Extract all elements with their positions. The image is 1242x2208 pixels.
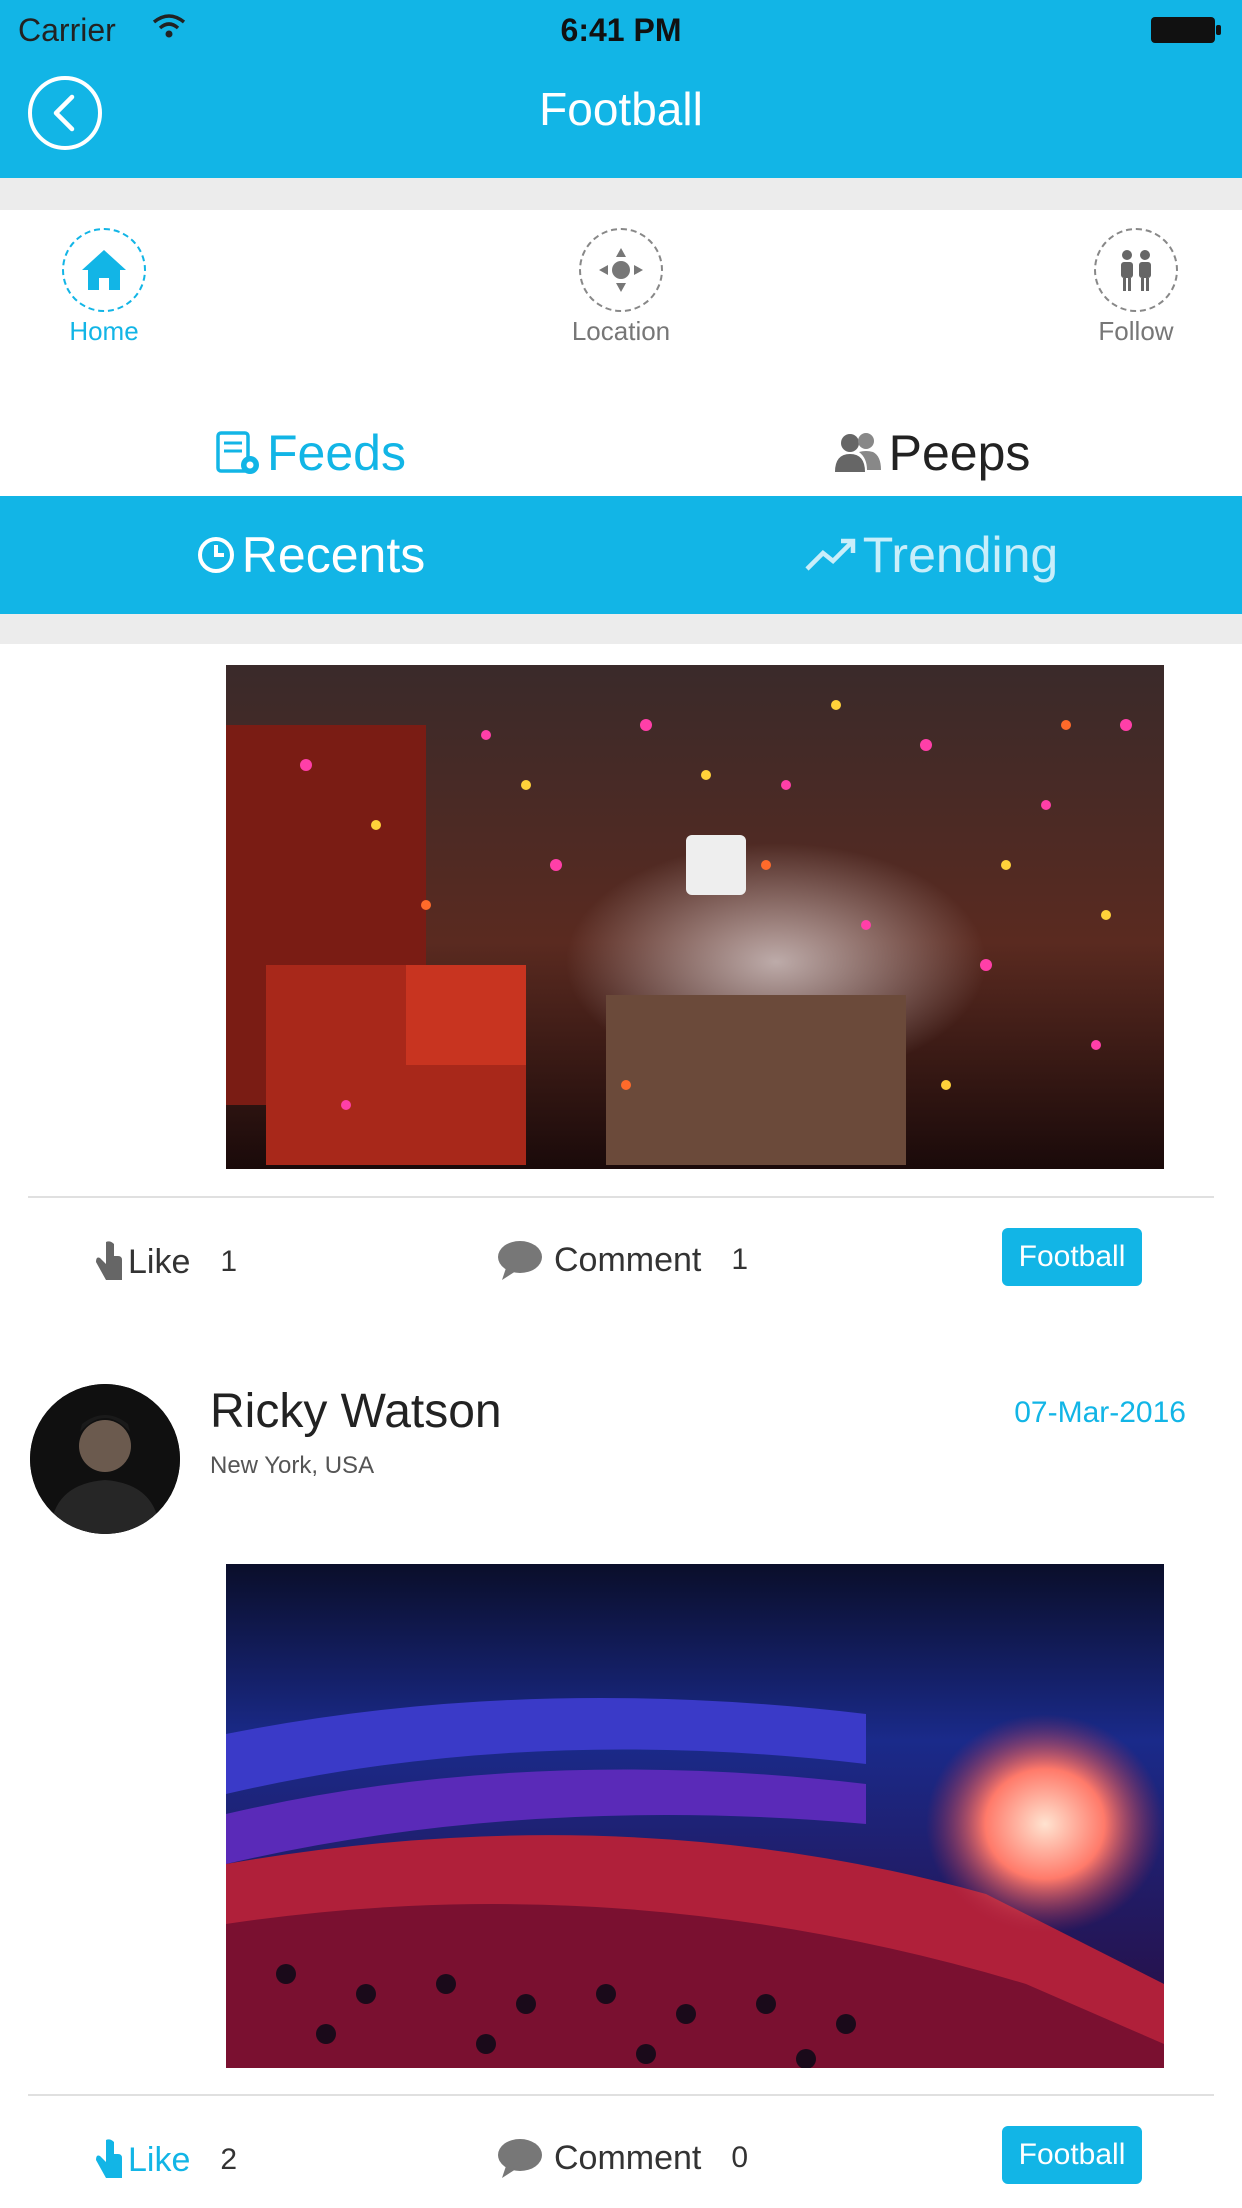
icon-row-item-follow[interactable]: Follow: [1056, 210, 1216, 347]
tab-recents-label: Recents: [241, 527, 426, 583]
like-hand-icon: [96, 2139, 122, 2178]
tab-recents[interactable]: Recents: [0, 496, 621, 614]
category-tag[interactable]: Football: [1002, 2126, 1142, 2184]
post-divider: [28, 2094, 1214, 2096]
like-button[interactable]: Like 1: [92, 1238, 237, 1286]
page-title: Football: [539, 83, 703, 135]
like-count: 1: [220, 1245, 238, 1278]
top-divider: [0, 178, 1242, 210]
comment-count: 1: [731, 1243, 749, 1276]
peeps-icon: [834, 433, 881, 472]
post-image[interactable]: [226, 665, 1164, 1169]
icon-row-item-home[interactable]: Home: [24, 210, 184, 347]
icon-row-item-location[interactable]: Location: [541, 210, 701, 347]
tabs-divider: [0, 614, 1242, 644]
comment-bubble-icon: [498, 1241, 542, 1280]
comment-button[interactable]: Comment 0: [496, 2136, 748, 2180]
secondary-tabs: Recents Trending: [0, 496, 1242, 614]
tab-peeps-label: Peeps: [888, 425, 1031, 481]
comment-bubble-icon: [498, 2139, 542, 2178]
follow-icon: [1094, 228, 1178, 312]
post-image[interactable]: [226, 1564, 1164, 2068]
battery-icon: [1150, 16, 1222, 44]
like-count: 2: [220, 2143, 238, 2176]
status-time: 6:41 PM: [560, 12, 682, 48]
icon-row-label: Location: [571, 316, 671, 346]
comment-button[interactable]: Comment 1: [496, 1238, 748, 1282]
location-icon: [579, 228, 663, 312]
like-hand-icon: [96, 1241, 122, 1280]
category-tag[interactable]: Football: [1002, 1228, 1142, 1286]
comment-label: Comment: [554, 2138, 702, 2177]
trending-icon: [805, 538, 855, 571]
icon-row: Home Location Follow: [0, 210, 1242, 360]
post-date: 07-Mar-2016: [1014, 1396, 1186, 1429]
top-bar: Carrier 6:41 PM Football: [0, 0, 1242, 178]
tab-trending-label: Trending: [862, 527, 1059, 583]
icon-row-label: Home: [69, 316, 139, 346]
screen: Carrier 6:41 PM Football Home Location F…: [0, 0, 1242, 2208]
clock-icon: [197, 537, 234, 573]
tab-feeds[interactable]: Feeds: [0, 410, 621, 496]
tab-feeds-label: Feeds: [267, 425, 406, 481]
comment-label: Comment: [554, 1240, 702, 1279]
feeds-icon: [216, 431, 260, 474]
tab-trending[interactable]: Trending: [621, 496, 1242, 614]
like-label: Like: [128, 1242, 191, 1281]
avatar[interactable]: [30, 1384, 180, 1534]
status-bar: Carrier 6:41 PM: [0, 0, 1242, 58]
author-location: New York, USA: [210, 1452, 375, 1479]
icon-row-label: Follow: [1098, 316, 1174, 346]
comment-count: 0: [731, 2141, 749, 2174]
author-name[interactable]: Ricky Watson: [210, 1384, 502, 1439]
primary-tabs: Feeds Peeps: [0, 410, 1242, 496]
home-icon: [62, 228, 146, 312]
like-button[interactable]: Like 2: [92, 2136, 237, 2184]
like-label: Like: [128, 2140, 191, 2179]
tab-peeps[interactable]: Peeps: [621, 410, 1242, 496]
post-divider: [28, 1196, 1214, 1198]
